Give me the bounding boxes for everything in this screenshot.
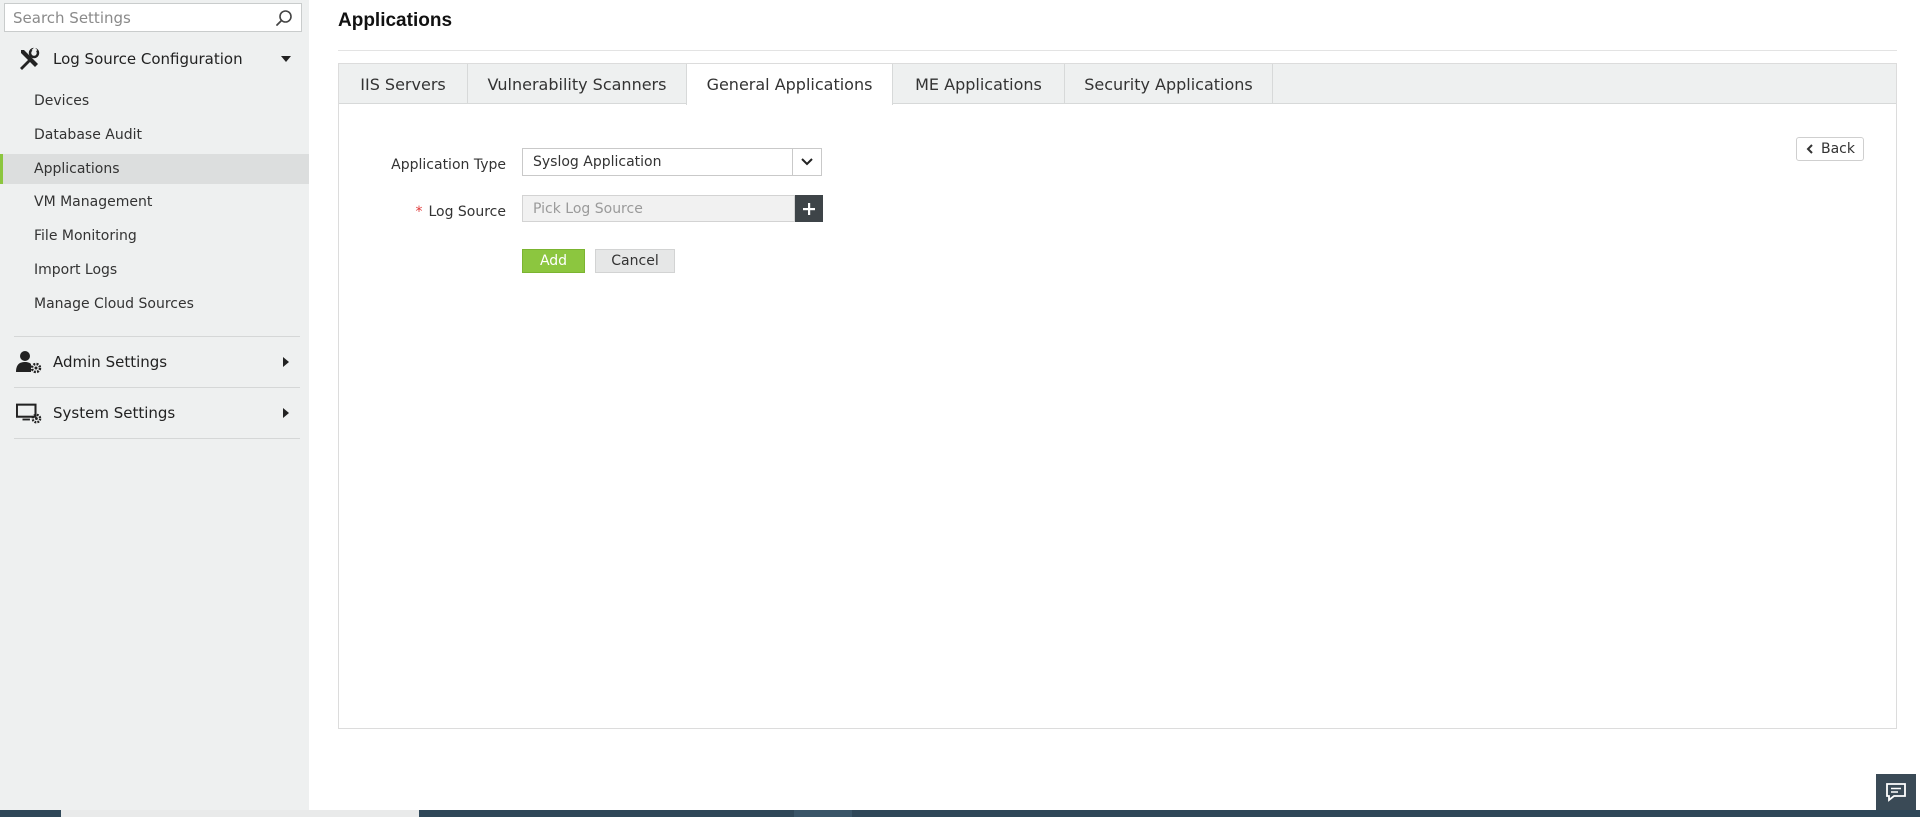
application-type-label-text: Application Type	[391, 157, 506, 173]
add-button[interactable]: Add	[522, 249, 585, 273]
back-button[interactable]: Back	[1796, 137, 1864, 161]
section-admin-settings[interactable]: Admin Settings	[0, 345, 309, 379]
caret-right-icon	[283, 357, 289, 367]
required-marker: *	[415, 204, 423, 220]
cancel-button[interactable]: Cancel	[595, 249, 675, 273]
search-input[interactable]	[5, 4, 265, 31]
plus-icon	[803, 202, 815, 215]
divider	[14, 438, 300, 439]
monitor-gear-icon	[16, 400, 42, 426]
sidebar-item-label: Devices	[34, 93, 90, 109]
sidebar-item-label: File Monitoring	[34, 228, 137, 244]
divider	[14, 336, 300, 337]
divider	[14, 387, 300, 388]
log-source-label-text: Log Source	[428, 204, 506, 220]
back-label: Back	[1821, 141, 1855, 157]
tab-vulnerability-scanners[interactable]: Vulnerability Scanners	[468, 64, 687, 104]
caret-down-icon	[281, 56, 291, 62]
caret-right-icon	[283, 408, 289, 418]
title-divider	[338, 50, 1897, 51]
application-type-label: Application Type	[369, 157, 506, 173]
tab-bar: IIS Servers Vulnerability Scanners Gener…	[339, 64, 1896, 105]
section-log-source-configuration[interactable]: Log Source Configuration	[0, 42, 309, 76]
chevron-left-icon	[1806, 144, 1813, 154]
log-source-input[interactable]	[522, 195, 795, 222]
taskbar-segment	[61, 810, 419, 817]
search-icon[interactable]	[275, 9, 293, 27]
sidebar-item-label: Applications	[34, 161, 120, 177]
add-button-label: Add	[539, 253, 568, 269]
add-log-source-button[interactable]	[795, 195, 823, 222]
tab-label: Security Applications	[1084, 74, 1253, 94]
tab-security-applications[interactable]: Security Applications	[1065, 64, 1273, 104]
tab-label: IIS Servers	[360, 74, 446, 94]
section-label: Admin Settings	[53, 353, 168, 371]
application-type-value: Syslog Application	[533, 154, 662, 170]
chat-icon	[1886, 783, 1906, 802]
sidebar-item-applications[interactable]: Applications	[0, 154, 309, 184]
application-type-select[interactable]: Syslog Application	[522, 148, 822, 176]
section-label: Log Source Configuration	[53, 50, 243, 68]
tab-iis-servers[interactable]: IIS Servers	[339, 64, 468, 104]
section-label: System Settings	[53, 404, 176, 422]
tab-label: General Applications	[706, 75, 873, 94]
tab-label: Vulnerability Scanners	[487, 74, 667, 94]
section-system-settings[interactable]: System Settings	[0, 396, 309, 430]
settings-sidebar: Log Source Configuration Devices Databas…	[0, 0, 309, 810]
user-gear-icon	[16, 349, 42, 375]
sidebar-item-database-audit[interactable]: Database Audit	[0, 120, 309, 150]
tools-icon	[16, 46, 42, 72]
tab-label: ME Applications	[915, 74, 1042, 94]
sidebar-item-label: Manage Cloud Sources	[34, 296, 194, 312]
sidebar-item-label: Database Audit	[34, 127, 142, 143]
sidebar-item-import-logs[interactable]: Import Logs	[0, 255, 309, 285]
search-box[interactable]	[4, 3, 302, 32]
chat-button[interactable]	[1876, 774, 1916, 810]
log-source-label: * Log Source	[369, 204, 506, 220]
taskbar-segment	[794, 810, 852, 817]
sidebar-item-file-monitoring[interactable]: File Monitoring	[0, 221, 309, 251]
chevron-down-icon[interactable]	[792, 149, 821, 175]
applications-panel: IIS Servers Vulnerability Scanners Gener…	[338, 63, 1897, 729]
tab-general-applications[interactable]: General Applications	[686, 64, 893, 105]
tab-me-applications[interactable]: ME Applications	[893, 64, 1065, 104]
sidebar-item-devices[interactable]: Devices	[0, 86, 309, 116]
page-title: Applications	[338, 10, 453, 31]
cancel-button-label: Cancel	[611, 253, 659, 269]
sidebar-item-label: Import Logs	[34, 262, 118, 278]
sidebar-item-label: VM Management	[34, 194, 153, 210]
main-content: Applications IIS Servers Vulnerability S…	[309, 0, 1920, 810]
taskbar-strip	[0, 810, 1920, 817]
sidebar-item-vm-management[interactable]: VM Management	[0, 187, 309, 217]
sidebar-item-manage-cloud-sources[interactable]: Manage Cloud Sources	[0, 289, 309, 319]
